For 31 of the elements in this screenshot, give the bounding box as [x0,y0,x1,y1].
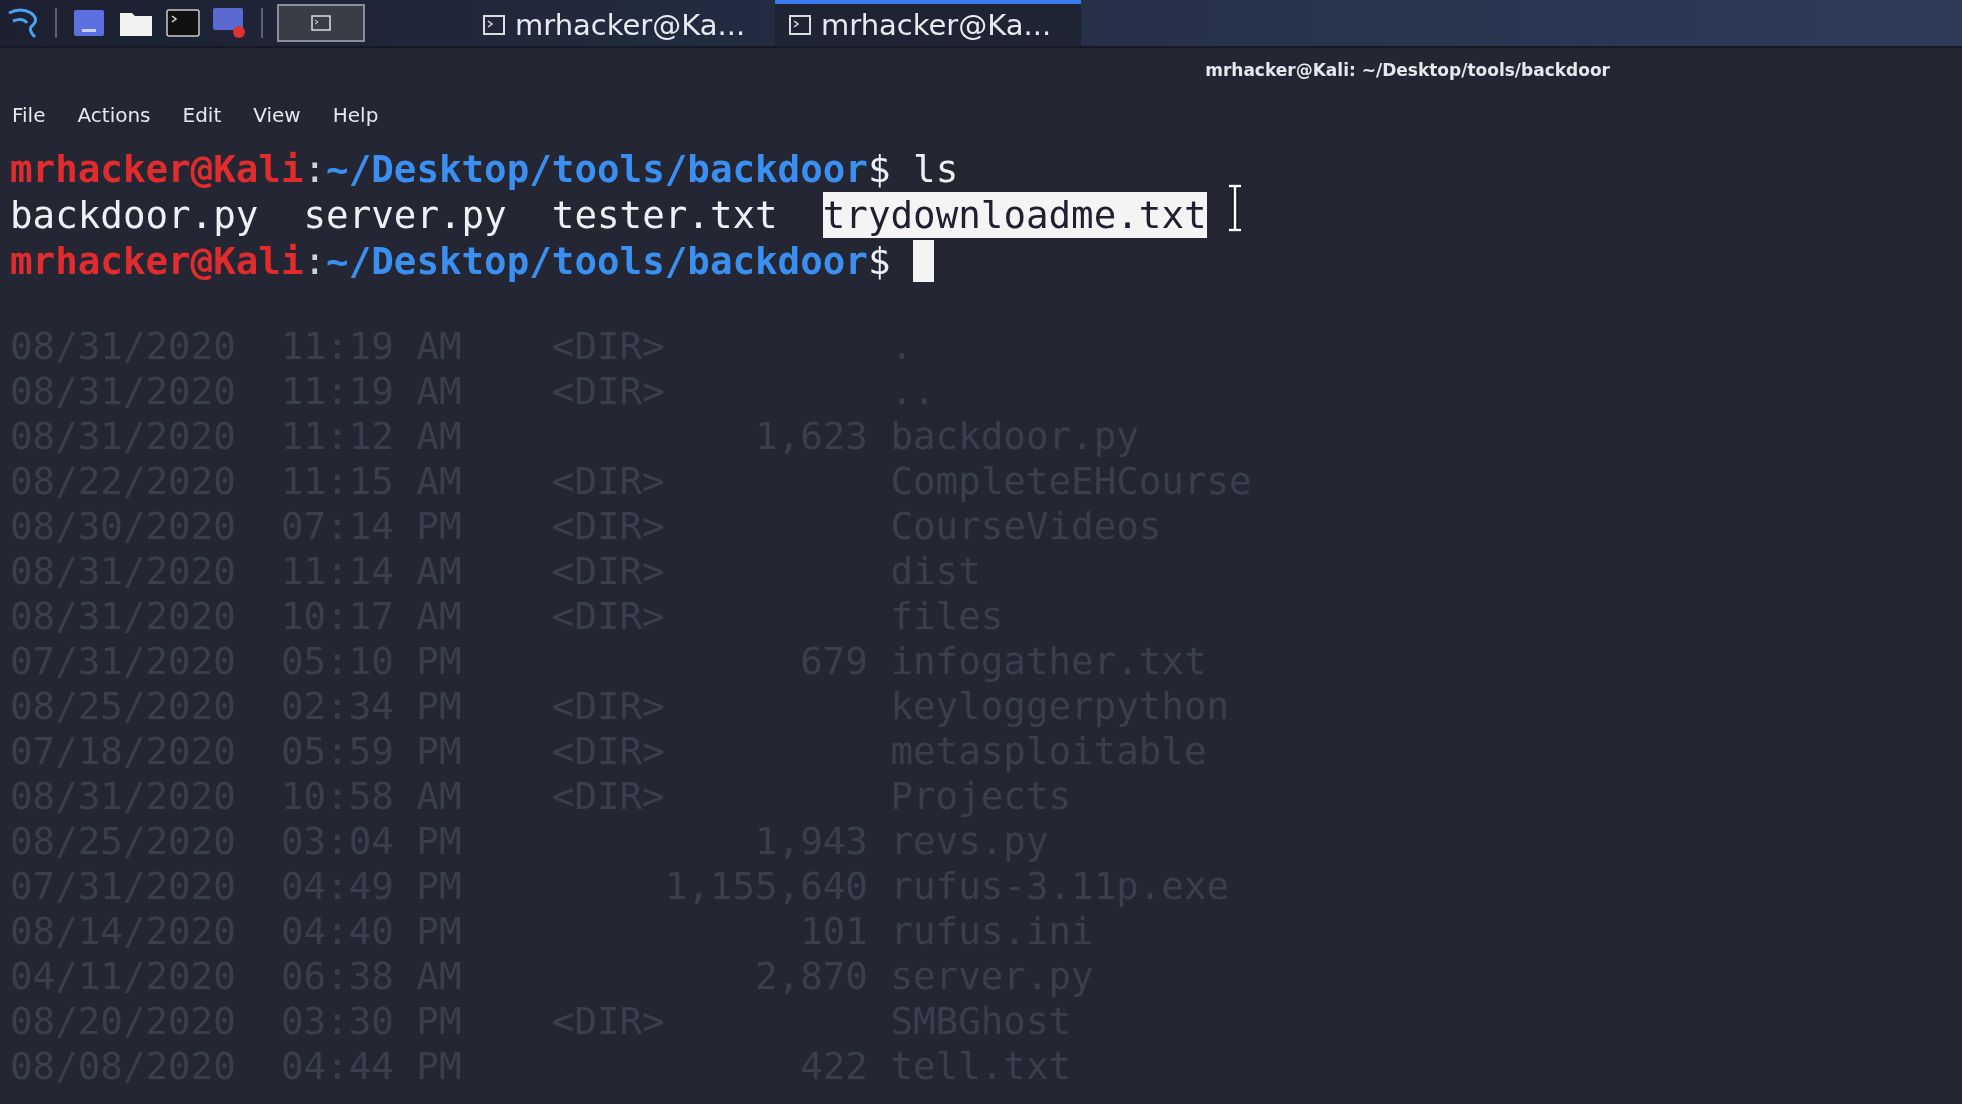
menu-item[interactable]: Actions [67,99,161,131]
file-name: .. [890,369,936,414]
prompt-path: ~/Desktop/tools/backdoor [326,146,868,192]
terminal-icon [483,15,505,35]
terminal-icon [311,15,331,31]
text-cursor-pointer-icon [1227,184,1243,232]
prompt-symbol: $ [867,146,891,192]
file-name: backdoor.py [10,192,259,238]
menu-item[interactable]: Edit [172,99,232,131]
terminal-icon[interactable] [165,9,200,37]
menu-item[interactable]: Help [322,99,389,131]
file-name: tester.txt [551,192,778,238]
menu-item[interactable]: File [2,99,56,131]
file-name: . [890,324,913,369]
command-text: ls [913,146,959,192]
prompt-separator: : [303,146,327,192]
menu-item[interactable]: View [243,99,311,131]
prompt-symbol: $ [867,238,891,284]
window-title: mrhacker@Kali: ~/Desktop/tools/backdoor [1205,60,1610,80]
taskbar-window-button[interactable]: mrhacker@Ka... [775,0,1081,46]
terminal-icon [789,15,811,35]
screen-recorder-icon[interactable] [211,7,248,39]
prompt-user: mrhacker@Kali [10,146,304,192]
prompt-path: ~/Desktop/tools/backdoor [326,238,868,284]
prompt-user: mrhacker@Kali [10,238,304,284]
window-icon[interactable] [72,9,105,37]
workspace-button[interactable] [277,4,365,42]
selected-file-name: trydownloadme.txt [822,192,1207,238]
taskbar-window-button[interactable]: mrhacker@Ka... [469,0,775,46]
file-name: server.py [303,192,507,238]
prompt-separator: : [303,238,327,284]
